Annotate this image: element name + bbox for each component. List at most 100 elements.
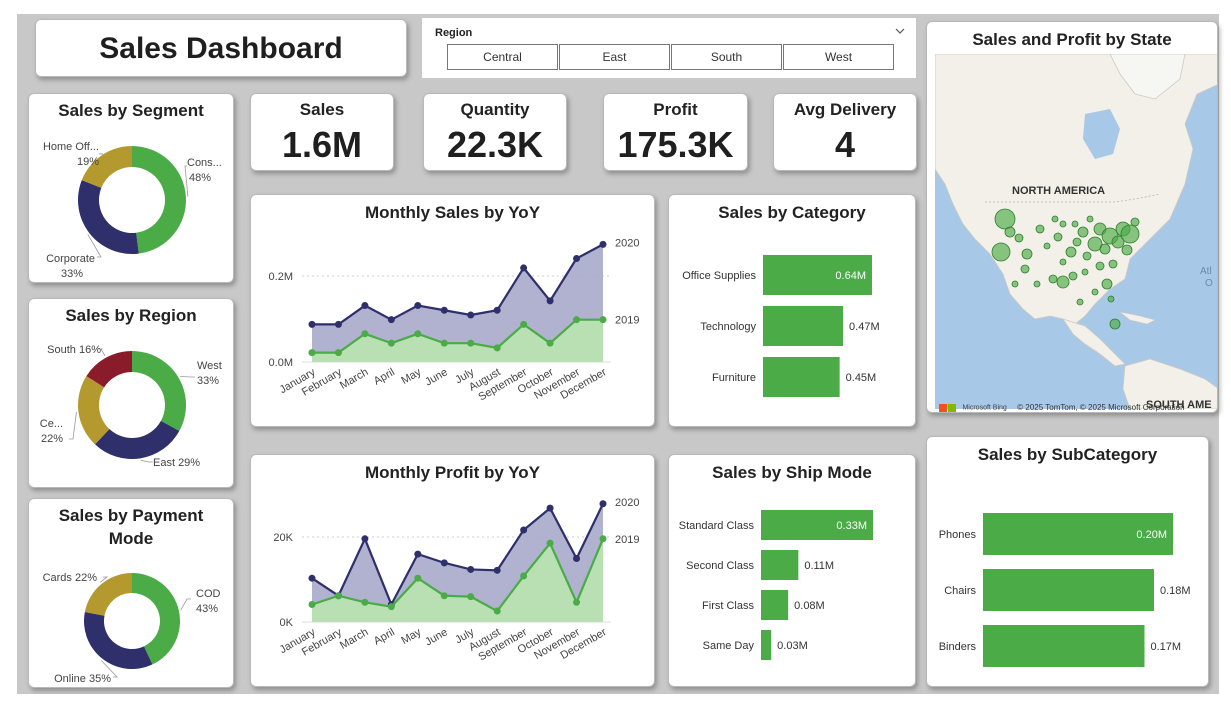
data-point[interactable] (520, 572, 528, 580)
data-point[interactable] (387, 316, 395, 324)
data-point[interactable] (414, 550, 422, 558)
data-point[interactable] (361, 535, 369, 543)
state-bubble[interactable] (1033, 280, 1041, 288)
state-bubble[interactable] (1086, 215, 1094, 223)
state-bubble[interactable] (1051, 215, 1059, 223)
data-point[interactable] (361, 330, 369, 338)
state-bubble[interactable] (1053, 232, 1063, 242)
data-point[interactable] (546, 297, 554, 305)
slicer-option-west[interactable]: West (783, 44, 894, 70)
data-point[interactable] (414, 330, 422, 338)
data-point[interactable] (493, 306, 501, 314)
state-bubble[interactable] (1082, 251, 1092, 261)
state-bubble[interactable] (1099, 243, 1111, 255)
data-point[interactable] (467, 565, 475, 573)
data-point[interactable] (467, 339, 475, 347)
data-point[interactable] (573, 598, 581, 606)
bar[interactable] (761, 630, 772, 660)
state-bubble[interactable] (991, 242, 1011, 262)
state-bubble[interactable] (1072, 237, 1082, 247)
state-bubble[interactable] (1048, 274, 1058, 284)
data-point[interactable] (334, 592, 342, 600)
donut-slice[interactable] (132, 351, 186, 432)
data-point[interactable] (493, 607, 501, 615)
bar[interactable] (983, 569, 1154, 611)
slicer-option-south[interactable]: South (671, 44, 782, 70)
data-point[interactable] (493, 344, 501, 352)
data-point[interactable] (440, 306, 448, 314)
state-bubble[interactable] (1056, 275, 1070, 289)
data-point[interactable] (599, 240, 607, 248)
data-point[interactable] (387, 603, 395, 611)
data-point[interactable] (414, 574, 422, 582)
data-point[interactable] (467, 593, 475, 601)
data-point[interactable] (334, 349, 342, 357)
bar[interactable] (763, 306, 844, 346)
state-bubble[interactable] (1130, 217, 1140, 227)
state-bubble[interactable] (1021, 248, 1033, 260)
data-point[interactable] (387, 339, 395, 347)
state-bubble[interactable] (1059, 220, 1067, 228)
donut-slice[interactable] (84, 612, 153, 669)
state-bubble[interactable] (1071, 220, 1079, 228)
data-point[interactable] (546, 539, 554, 547)
state-bubble[interactable] (1068, 271, 1078, 281)
state-bubble[interactable] (1077, 226, 1089, 238)
data-point[interactable] (599, 316, 607, 324)
slicer-option-east[interactable]: East (559, 44, 670, 70)
state-bubble[interactable] (1059, 258, 1067, 266)
data-point[interactable] (308, 349, 316, 357)
data-point[interactable] (440, 339, 448, 347)
state-bubble[interactable] (994, 208, 1016, 230)
slicer-option-central[interactable]: Central (447, 44, 558, 70)
bar[interactable] (983, 625, 1145, 667)
data-point[interactable] (308, 600, 316, 608)
state-bubble[interactable] (1043, 242, 1051, 250)
state-bubble[interactable] (1020, 264, 1030, 274)
data-point[interactable] (546, 504, 554, 512)
data-point[interactable] (573, 255, 581, 263)
data-point[interactable] (308, 320, 316, 328)
data-point[interactable] (334, 320, 342, 328)
data-point[interactable] (546, 339, 554, 347)
data-point[interactable] (467, 311, 475, 319)
data-point[interactable] (308, 574, 316, 582)
state-bubble[interactable] (1035, 224, 1045, 234)
state-bubble[interactable] (1011, 280, 1019, 288)
data-point[interactable] (361, 598, 369, 606)
bar[interactable] (761, 590, 789, 620)
data-point[interactable] (573, 316, 581, 324)
state-bubble[interactable] (1109, 318, 1121, 330)
data-point[interactable] (414, 302, 422, 310)
data-point[interactable] (440, 559, 448, 567)
data-point[interactable] (599, 500, 607, 508)
bar[interactable] (763, 357, 840, 397)
donut-slice[interactable] (132, 146, 187, 254)
state-bubble[interactable] (1095, 261, 1105, 271)
state-bubble[interactable] (1014, 233, 1024, 243)
state-bubble[interactable] (1108, 259, 1118, 269)
data-point[interactable] (520, 320, 528, 328)
donut-slice[interactable] (95, 420, 180, 459)
state-bubble[interactable] (1076, 298, 1084, 306)
data-point[interactable] (493, 566, 501, 574)
data-point[interactable] (573, 555, 581, 562)
state-bubble[interactable] (1107, 295, 1115, 303)
map-attribution[interactable]: © 2025 TomTom, © 2025 Microsoft Corporat… (1017, 403, 1184, 412)
data-point[interactable] (599, 535, 607, 543)
data-point[interactable] (520, 526, 528, 534)
data-point[interactable] (520, 264, 528, 272)
data-point[interactable] (361, 302, 369, 310)
chevron-down-icon[interactable] (894, 26, 906, 36)
us-state-bubble-map[interactable]: NORTH AMERICA SOUTH AME Atl O (935, 54, 1218, 409)
bar[interactable] (761, 550, 799, 580)
state-bubble[interactable] (1120, 224, 1140, 244)
state-bubble[interactable] (1081, 268, 1089, 276)
state-bubble[interactable] (1121, 244, 1133, 256)
state-bubble[interactable] (1101, 278, 1113, 290)
state-bubble[interactable] (1065, 246, 1077, 258)
data-point[interactable] (440, 592, 448, 600)
donut-slice[interactable] (78, 180, 139, 254)
state-bubble[interactable] (1091, 288, 1099, 296)
state-bubble[interactable] (1004, 226, 1016, 238)
